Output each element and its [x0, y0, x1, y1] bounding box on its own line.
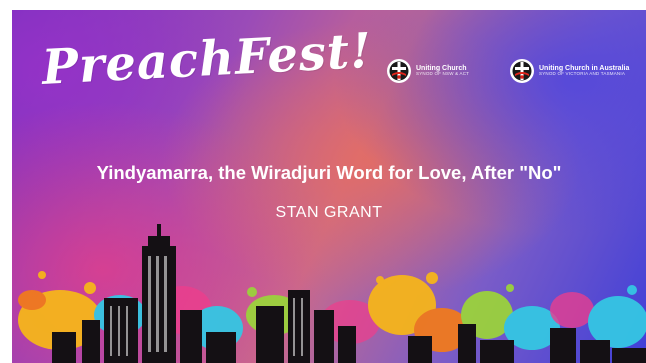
paint-splash-skyline-illustration: [18, 224, 646, 363]
title-slide: PreachFest! Uniting Church SYNOD OF NSW …: [12, 10, 646, 363]
city-skyline: [52, 224, 646, 363]
